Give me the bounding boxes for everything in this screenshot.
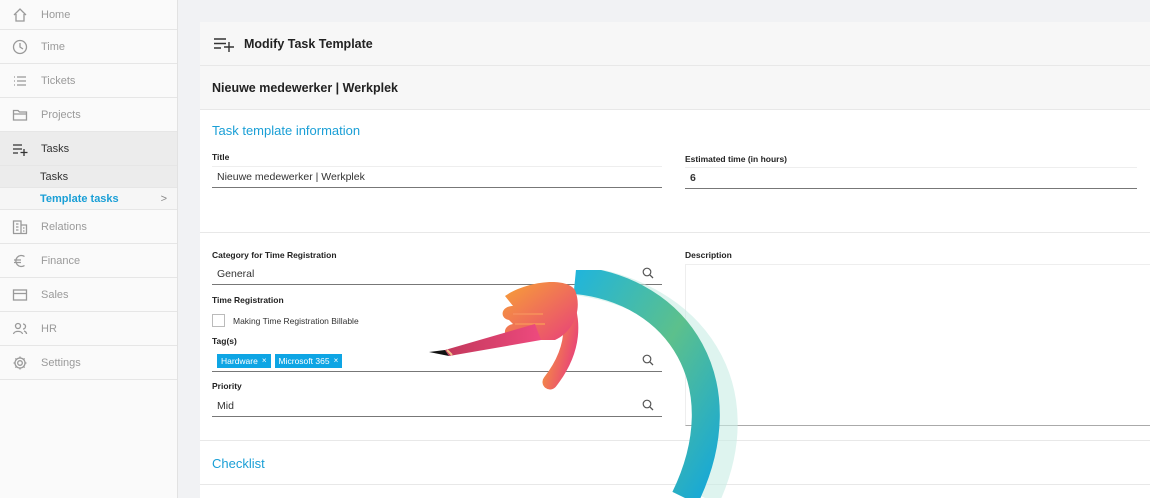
search-icon[interactable]	[642, 399, 654, 411]
sidebar-item-label: Home	[41, 8, 71, 21]
sidebar-item-label: Time	[41, 40, 66, 53]
tag-hardware: Hardware ×	[217, 353, 271, 368]
sidebar-item-label: Projects	[41, 108, 81, 121]
tag-label: Hardware	[221, 355, 258, 366]
sidebar-item-sales[interactable]: Sales	[0, 278, 177, 312]
title-value: Nieuwe medewerker | Werkplek	[217, 171, 365, 183]
time-registration-label: Time Registration	[212, 295, 284, 305]
sidebar-subitem-template-tasks[interactable]: Template tasks >	[0, 188, 177, 210]
tag-label: Microsoft 365	[278, 355, 330, 366]
sidebar-item-tickets[interactable]: Tickets	[0, 64, 177, 98]
clock-icon	[12, 39, 28, 55]
list-icon	[12, 73, 28, 89]
main-card: Modify Task Template Nieuwe medewerker |…	[200, 22, 1150, 498]
template-name-heading: Nieuwe medewerker | Werkplek	[200, 66, 1150, 110]
search-icon[interactable]	[642, 354, 654, 366]
sidebar-item-label: Tasks	[41, 142, 70, 155]
sidebar-item-label: Sales	[41, 288, 69, 301]
home-icon	[12, 7, 28, 23]
sidebar-item-time[interactable]: Time	[0, 30, 177, 64]
description-textarea[interactable]	[685, 264, 1150, 426]
title-label: Title	[212, 152, 230, 162]
euro-icon	[12, 253, 28, 269]
sidebar-subitem-label: Template tasks	[40, 192, 119, 205]
priority-label: Priority	[212, 381, 242, 391]
tag-microsoft-365: Microsoft 365 ×	[274, 353, 343, 368]
tags-input[interactable]: Hardware × Microsoft 365 ×	[212, 350, 662, 372]
section-title-checklist: Checklist	[212, 456, 265, 471]
sidebar-item-label: HR	[41, 322, 57, 335]
search-icon[interactable]	[642, 267, 654, 279]
priority-select[interactable]: Mid	[212, 395, 662, 417]
sidebar-item-projects[interactable]: Projects	[0, 98, 177, 132]
sidebar-item-label: Finance	[41, 254, 81, 267]
category-label: Category for Time Registration	[212, 250, 337, 260]
people-icon	[12, 321, 28, 337]
sidebar-item-home[interactable]: Home	[0, 0, 177, 30]
category-select[interactable]: General	[212, 263, 662, 285]
title-input[interactable]: Nieuwe medewerker | Werkplek	[212, 166, 662, 188]
sidebar-item-tasks[interactable]: Tasks	[0, 132, 177, 166]
folder-icon	[12, 107, 28, 123]
sidebar-item-settings[interactable]: Settings	[0, 346, 177, 380]
tag-remove-icon[interactable]: ×	[262, 356, 267, 365]
sidebar-subitem-label: Tasks	[40, 170, 69, 183]
billable-checkbox[interactable]	[212, 314, 225, 327]
gear-icon	[12, 355, 28, 371]
sidebar-item-hr[interactable]: HR	[0, 312, 177, 346]
chevron-right-icon: >	[160, 192, 167, 205]
tags-label: Tag(s)	[212, 336, 237, 346]
billable-checkbox-row[interactable]: Making Time Registration Billable	[212, 314, 359, 327]
sidebar: Home Time Tickets Projects Tasks Tasks T…	[0, 0, 178, 498]
priority-value: Mid	[217, 399, 234, 412]
sidebar-item-relations[interactable]: Relations	[0, 210, 177, 244]
section-title-information: Task template information	[212, 123, 361, 138]
sidebar-item-label: Tickets	[41, 74, 76, 87]
estimated-time-value: 6	[690, 172, 696, 184]
estimated-time-input[interactable]: 6	[685, 167, 1137, 189]
divider	[200, 232, 1150, 233]
card-header: Modify Task Template	[200, 22, 1150, 66]
sidebar-subitem-tasks[interactable]: Tasks	[0, 166, 177, 188]
billable-checkbox-label: Making Time Registration Billable	[233, 315, 359, 326]
sidebar-item-label: Settings	[41, 356, 81, 369]
sidebar-item-finance[interactable]: Finance	[0, 244, 177, 278]
tag-remove-icon[interactable]: ×	[334, 356, 339, 365]
divider	[200, 484, 1150, 485]
tasks-icon	[12, 141, 28, 157]
sidebar-item-label: Relations	[41, 220, 87, 233]
description-label: Description	[685, 250, 732, 260]
divider	[200, 440, 1150, 441]
card-icon	[12, 287, 28, 303]
building-icon	[12, 219, 28, 235]
category-value: General	[217, 267, 255, 280]
task-add-icon	[214, 37, 234, 52]
estimated-time-label: Estimated time (in hours)	[685, 154, 788, 164]
page-title: Modify Task Template	[244, 36, 373, 51]
